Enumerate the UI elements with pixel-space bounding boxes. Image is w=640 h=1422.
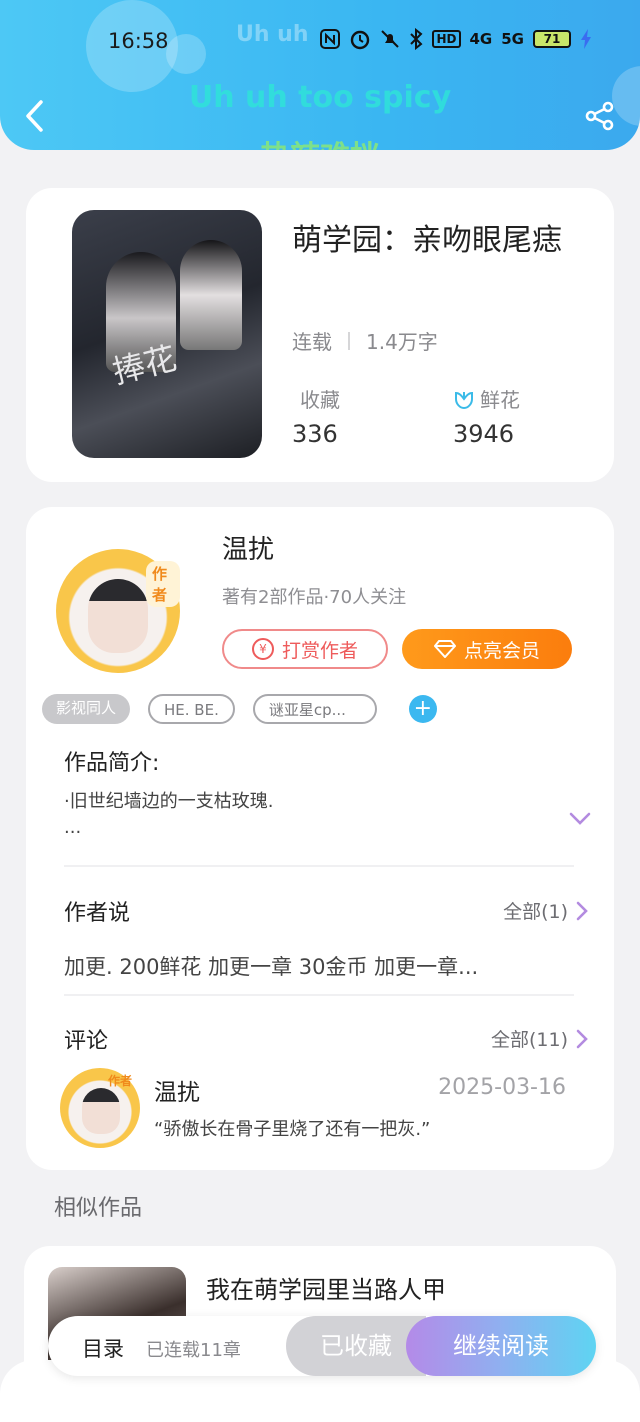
book-meta: 连载 1.4万字 [292, 326, 438, 355]
similar-works-label: 相似作品 [54, 1196, 143, 1221]
network-5g: 5G [501, 30, 524, 48]
author-name[interactable]: 温扰 [222, 529, 274, 566]
section-divider [64, 865, 574, 867]
book-title: 萌学园：亲吻眼尾痣 [292, 223, 562, 258]
favorited-button[interactable]: 已收藏 [286, 1316, 426, 1376]
flowers-count: 3946 [453, 420, 515, 448]
flowers-label: 鲜花 [480, 388, 520, 412]
chevron-right-icon [576, 1029, 588, 1048]
flower-icon [455, 391, 473, 409]
alarm-icon [351, 30, 370, 50]
nfc-icon [320, 29, 341, 49]
author-say-more-label: 全部(1) [503, 901, 568, 923]
comments-more-label: 全部(11) [490, 1029, 568, 1051]
commenter-badge: 作者 [108, 1074, 133, 1088]
author-say-text: 加更. 200鲜花 加更一章 30金币 加更一章... [64, 955, 479, 979]
avatar-portrait [82, 1088, 120, 1134]
book-info-card: 捧花 萌学园：亲吻眼尾痣 连载 1.4万字 收藏 336 鲜花 3946 [26, 188, 614, 482]
charging-icon [581, 29, 591, 49]
cover-figure [180, 240, 242, 350]
reward-author-button[interactable]: ¥ 打赏作者 [222, 629, 388, 669]
coin-icon: ¥ [251, 638, 274, 660]
commenter-avatar[interactable]: 作者 [60, 1068, 140, 1148]
vip-button[interactable]: 点亮会员 [402, 629, 572, 669]
chapter-count: 已连载11章 [146, 1340, 241, 1361]
continue-reading-button[interactable]: 继续阅读 [406, 1316, 596, 1376]
lyric-overlay-chinese: 热辣难挡 [0, 132, 640, 150]
author-badge: 作者 [146, 561, 180, 607]
lyric-overlay-english: Uh uh too spicy [188, 80, 452, 115]
similar-work-title: 我在萌学园里当路人甲 [206, 1276, 446, 1304]
toc-button[interactable]: 目录 [82, 1333, 124, 1363]
author-details-card: 作者 温扰 著有2部作品·70人关注 ¥ 打赏作者 点亮会员 影视同人 HE. … [26, 507, 614, 1170]
diamond-icon [433, 640, 456, 658]
commenter-name[interactable]: 温扰 [154, 1073, 200, 1107]
author-avatar[interactable]: 作者 [56, 549, 180, 673]
intro-line: ·旧世纪墙边的一支枯玫瑰. [64, 791, 274, 812]
author-stats: 著有2部作品·70人关注 [222, 587, 407, 608]
serial-status: 连载 [292, 330, 332, 354]
book-cover[interactable]: 捧花 [72, 210, 262, 458]
chevron-right-icon [576, 901, 588, 920]
intro-title: 作品简介: [64, 751, 160, 776]
expand-chevron-down-icon[interactable] [568, 811, 592, 827]
status-icons: HD 4G 5G 71 [320, 28, 592, 50]
comments-title: 评论 [64, 1029, 109, 1054]
meta-divider [348, 331, 350, 350]
status-time: 16:58 [108, 29, 169, 53]
favorites-label: 收藏 [300, 388, 340, 412]
flowers-stat[interactable]: 鲜花 [452, 384, 520, 413]
tag-item[interactable]: HE. BE. [148, 694, 235, 724]
avatar-portrait [88, 579, 148, 653]
add-tag-button[interactable]: + [408, 695, 437, 723]
decor-bubble [166, 34, 206, 74]
battery-level: 71 [533, 30, 571, 48]
bluetooth-icon [410, 28, 423, 50]
word-count: 1.4万字 [366, 330, 438, 354]
intro-ellipsis: ... [64, 817, 82, 838]
network-4g: 4G [469, 30, 493, 48]
vip-label: 点亮会员 [463, 639, 540, 662]
mute-icon [381, 30, 400, 48]
lyric-overlay-faint: Uh uh [236, 22, 309, 47]
favorites-count: 336 [292, 420, 338, 448]
comment-text[interactable]: “骄傲长在骨子里烧了还有一把灰.” [154, 1115, 430, 1141]
top-header: 16:58 Uh uh HD 4G 5G 71 Uh uh too spicy … [0, 0, 640, 150]
section-divider [64, 994, 574, 996]
tag-item[interactable]: 谜亚星cp... [252, 694, 377, 724]
bottom-action-bar: 目录 已连载11章 已收藏 继续阅读 [48, 1316, 596, 1376]
comments-more-link[interactable]: 全部(11) [491, 1025, 588, 1052]
hd-indicator: HD [432, 30, 461, 48]
reward-label: 打赏作者 [281, 639, 358, 662]
author-say-more-link[interactable]: 全部(1) [503, 897, 588, 924]
tag-item[interactable]: 影视同人 [42, 694, 131, 724]
tag-list: 影视同人 HE. BE. 谜亚星cp... + [42, 694, 437, 724]
author-say-title: 作者说 [64, 901, 131, 926]
comment-date: 2025-03-16 [438, 1075, 566, 1100]
